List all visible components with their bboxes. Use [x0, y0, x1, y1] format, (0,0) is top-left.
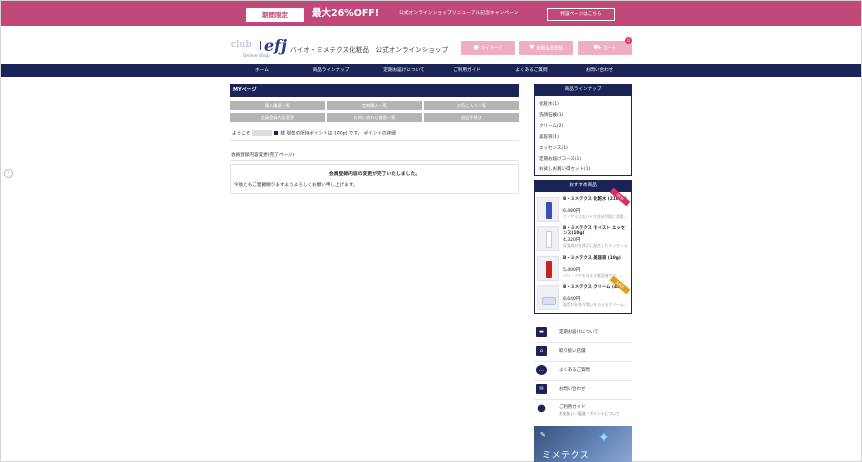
promo-subtext: 公式オンラインショップリニューアル記念キャンペーン: [399, 11, 519, 16]
nav-lineup[interactable]: 商品ラインナップ: [301, 64, 361, 77]
product-thumbnail: [537, 285, 559, 310]
drop-icon: ●: [537, 403, 546, 414]
product-desc: 保湿成分を贅沢に配合したエッセンス…: [563, 243, 627, 248]
nav-home[interactable]: ホーム: [237, 64, 287, 77]
product-thumbnail: [537, 197, 559, 222]
mypage-label: マイページ: [480, 46, 503, 52]
pen-icon: ✎: [540, 431, 546, 439]
logo-efj: efj: [264, 36, 287, 55]
info-link-guide[interactable]: ● ご利用ガイド お支払い・配送・ポイントについて: [534, 399, 632, 423]
recommend-item[interactable]: B・ミメテクス 化粧水 (210ml) 6,480円 ナノサイズのバイオ成分が肌…: [537, 187, 631, 222]
promo-cta-button[interactable]: 特設ページはこちら: [547, 8, 615, 21]
product-desc: ナノサイズのバイオ成分が肌に浸透…: [563, 214, 627, 219]
section-title: 会員登録内容変更(完了ページ): [231, 153, 295, 158]
mimetex-banner[interactable]: ✎ ✦ ミメテクス: [534, 426, 632, 462]
edit-member-button[interactable]: 会員登録内容変更: [230, 113, 325, 122]
nav-guide[interactable]: ご利用ガイド: [442, 64, 492, 77]
nav-faq[interactable]: よくあるご質問: [504, 64, 559, 77]
truck-icon: ▬: [536, 327, 547, 337]
welcome-prefix: ようこそ: [232, 131, 251, 137]
info-link-faq[interactable]: … よくあるご質問: [534, 360, 632, 381]
main-nav: ホーム 商品ラインナップ 定期お届けについて ご利用ガイド よくあるご質問 お問…: [1, 64, 861, 77]
user-icon: ●: [473, 44, 479, 51]
cart-icon: ⛟: [593, 44, 602, 51]
nav-regular-delivery[interactable]: 定期お届けについて: [369, 64, 439, 77]
info-link-stores[interactable]: ⌂ 取り扱い店舗: [534, 341, 632, 362]
handshake-icon: ♥: [529, 44, 535, 51]
regular-member-button[interactable]: ♥ 定期会員登録: [519, 41, 573, 55]
product-thumbnail: [537, 256, 559, 281]
completion-message: 会員登録内容の変更が完了いたしました。: [328, 172, 421, 177]
banner-text: ミメテクス: [542, 451, 590, 461]
welcome-suffix: 様 現在の所持ポイントは 100pt です。 ポイントの詳細: [280, 131, 396, 137]
completion-box: 会員登録内容の変更が完了いたしました。 今後ともご愛顧賜りますようよろしくお願い…: [230, 164, 519, 194]
favorites-button[interactable]: お気に入り一覧: [424, 101, 519, 110]
cart-label: カート: [603, 46, 617, 52]
site-title: バイオ・ミメテクス化粧品 公式オンラインショップ: [290, 46, 449, 54]
regular-member-label: 定期会員登録: [536, 46, 563, 52]
withdraw-button[interactable]: 退会手続き: [424, 113, 519, 122]
recommend-item[interactable]: B・ミメテクス クリーム (40g) 8,640円 肌荒れを防ぎ潤いを与えるクリ…: [537, 275, 631, 310]
chat-icon: …: [536, 365, 547, 375]
promo-tag: 期間限定: [246, 8, 304, 22]
bottle-icon: [546, 261, 552, 278]
shop-icon: ⌂: [536, 346, 547, 356]
recommend-item[interactable]: B・ミメテクス モイスト エッセンス(10g) 4,320円 保湿成分を贅沢に配…: [537, 226, 628, 251]
lineup-item[interactable]: クリーム(2): [539, 123, 563, 129]
promo-banner[interactable]: 期間限定 最大26%OFF! 公式オンラインショップリニューアル記念キャンペーン…: [1, 1, 861, 26]
mypage-heading: MYページ: [230, 84, 519, 97]
lineup-item[interactable]: 洗顔石鹸(1): [539, 112, 563, 118]
regular-purchase-button[interactable]: 定期購入一覧: [327, 101, 422, 110]
product-name: B・ミメテクス モイスト エッセンス(10g): [563, 226, 625, 237]
inquiry-history-button[interactable]: お問い合わせ履歴一覧: [327, 113, 422, 122]
lineup-item[interactable]: 定期お届けコース(1): [539, 156, 581, 162]
cart-count-badge: 0: [625, 37, 632, 44]
thanks-message: 今後ともご愛顧賜りますようよろしくお願い申し上げます。: [234, 183, 358, 188]
divider: [230, 140, 519, 141]
info-label: 定期お届けについて: [559, 330, 599, 335]
bullet-icon: [274, 131, 279, 135]
info-label: 取り扱い店舗: [559, 349, 586, 354]
butterfly-icon: ✦: [598, 430, 610, 446]
jar-icon: [542, 297, 556, 305]
lineup-item[interactable]: 美容液(1): [539, 134, 559, 140]
lineup-item[interactable]: エッセンス(1): [539, 145, 568, 151]
logo-club: club: [231, 40, 252, 50]
info-label: よくあるご質問: [559, 368, 590, 373]
mail-icon: ✉: [536, 384, 547, 394]
lineup-item[interactable]: お試しお買い得セット(1): [539, 166, 590, 172]
product-name: B・ミメテクス 美容液 (10g): [563, 256, 621, 261]
info-link-contact[interactable]: ✉ お問い合わせ: [534, 379, 632, 400]
lineup-item[interactable]: 化粧水(1): [539, 101, 559, 107]
purchase-history-button[interactable]: 購入履歴一覧: [230, 101, 325, 110]
product-desc: 肌荒れを防ぎ潤いを与えるクリーム…: [563, 302, 627, 307]
info-link-regular[interactable]: ▬ 定期お届けについて: [534, 322, 632, 343]
masked-username: [252, 130, 273, 136]
divider: [230, 160, 519, 161]
logo-online-shop: Online shop: [243, 54, 270, 59]
side-collapse-handle[interactable]: ‹: [4, 169, 13, 178]
info-label: お問い合わせ: [559, 387, 586, 392]
info-sublabel: お支払い・配送・ポイントについて: [559, 411, 620, 416]
lineup-heading: 商品ラインナップ: [534, 84, 632, 96]
cart-button[interactable]: ⛟ カート: [578, 41, 632, 55]
mypage-button[interactable]: ● マイページ: [461, 41, 515, 55]
info-label: ご利用ガイド: [559, 405, 586, 410]
product-thumbnail: [537, 226, 559, 251]
promo-headline: 最大26%OFF!: [312, 8, 380, 19]
bottle-icon: [546, 231, 552, 248]
bottle-icon: [546, 202, 552, 219]
logo-divider: [260, 41, 261, 50]
nav-contact[interactable]: お問い合わせ: [572, 64, 627, 77]
welcome-message: ようこそ 様 現在の所持ポイントは 100pt です。 ポイントの詳細: [232, 130, 396, 137]
